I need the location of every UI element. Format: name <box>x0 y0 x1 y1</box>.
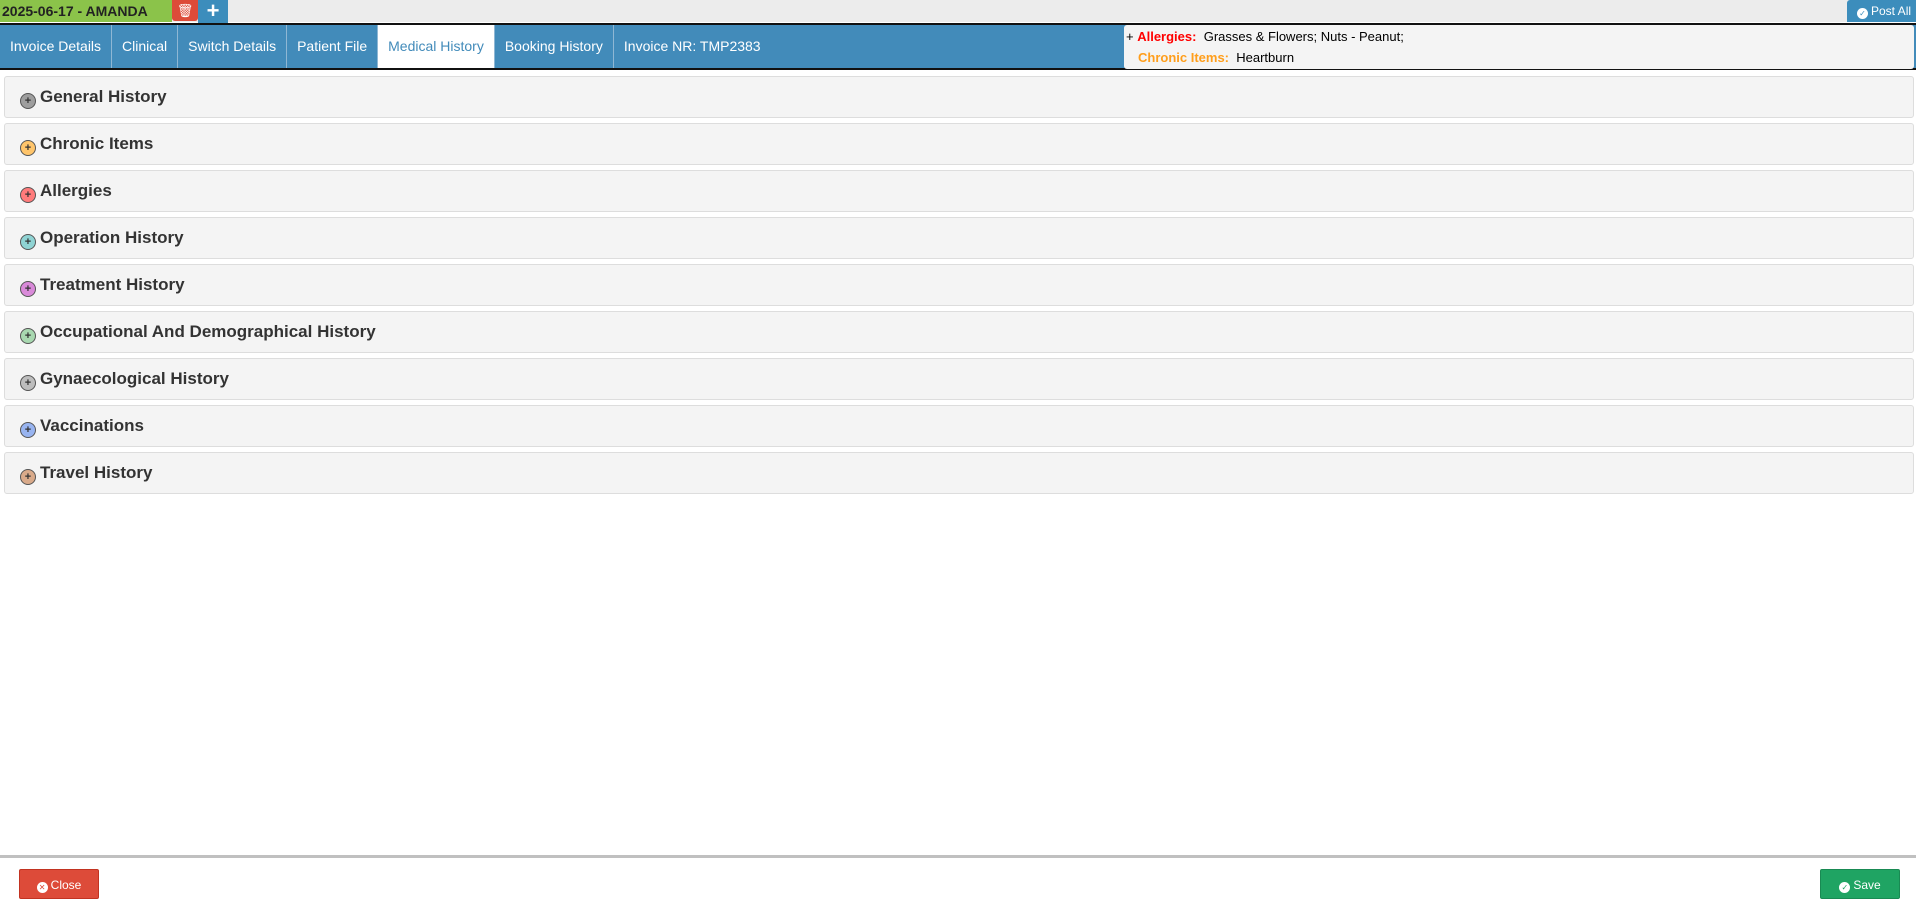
expand-plus-icon[interactable]: + <box>20 422 36 438</box>
section-travel-history[interactable]: + Travel History <box>4 452 1914 494</box>
section-title: General History <box>40 87 167 106</box>
close-button[interactable]: ✕ Close <box>19 869 99 899</box>
chronic-items-label: Chronic Items: <box>1138 50 1230 65</box>
expand-plus-icon[interactable]: + <box>20 469 36 485</box>
tab-invoice-details[interactable]: Invoice Details <box>0 25 113 68</box>
section-occupational-and-demographical-history[interactable]: + Occupational And Demographical History <box>4 311 1914 353</box>
expand-plus-icon[interactable]: + <box>20 375 36 391</box>
expand-plus-icon[interactable]: + <box>20 281 36 297</box>
save-button[interactable]: ✓ Save <box>1820 869 1900 899</box>
tab-clinical[interactable]: Clinical <box>112 25 179 68</box>
section-allergies[interactable]: + Allergies <box>4 170 1914 212</box>
post-all-label: Post All <box>1871 4 1912 18</box>
check-circle-icon: ✓ <box>1839 882 1851 893</box>
delete-button[interactable]: 🗑 <box>172 0 198 21</box>
check-circle-icon: ✓ <box>1857 8 1868 19</box>
expand-plus-icon[interactable]: + <box>20 140 36 156</box>
expand-plus-icon[interactable]: + <box>20 187 36 203</box>
section-vaccinations[interactable]: + Vaccinations <box>4 405 1914 447</box>
section-title: Operation History <box>40 228 184 247</box>
expand-plus-icon[interactable]: + <box>20 328 36 344</box>
section-operation-history[interactable]: + Operation History <box>4 217 1914 259</box>
trash-icon: 🗑 <box>176 3 194 18</box>
top-bar <box>0 0 1916 22</box>
tab-patient-file[interactable]: Patient File <box>287 25 379 68</box>
close-circle-icon: ✕ <box>36 882 48 893</box>
section-title: Occupational And Demographical History <box>40 322 376 341</box>
expand-plus-icon[interactable]: + <box>20 234 36 250</box>
allergies-value: Grasses & Flowers; Nuts - Peanut; <box>1203 29 1404 44</box>
tab-invoice-nr[interactable]: Invoice NR: TMP2383 <box>614 25 771 68</box>
section-gynaecological-history[interactable]: + Gynaecological History <box>4 358 1914 400</box>
section-chronic-items[interactable]: + Chronic Items <box>4 123 1914 165</box>
chronic-items-value: Heartburn <box>1236 50 1295 65</box>
section-title: Gynaecological History <box>40 369 229 388</box>
save-label: Save <box>1853 878 1881 892</box>
tab-medical-history[interactable]: Medical History <box>378 25 495 68</box>
section-treatment-history[interactable]: + Treatment History <box>4 264 1914 306</box>
close-label: Close <box>50 878 82 892</box>
footer-divider <box>0 855 1916 858</box>
add-button[interactable]: + <box>198 0 228 23</box>
patient-label[interactable]: 2025-06-17 - AMANDA <box>0 0 172 22</box>
alerts-toggle[interactable]: + <box>1126 29 1134 44</box>
plus-icon: + <box>206 0 220 23</box>
tab-switch-details[interactable]: Switch Details <box>178 25 288 68</box>
allergies-label: Allergies: <box>1137 29 1197 44</box>
post-all-button[interactable]: ✓ Post All <box>1847 0 1916 22</box>
section-title: Vaccinations <box>40 416 144 435</box>
section-title: Treatment History <box>40 275 185 294</box>
alerts-box: + Allergies: Grasses & Flowers; Nuts - P… <box>1124 25 1914 69</box>
section-title: Travel History <box>40 463 153 482</box>
expand-plus-icon[interactable]: + <box>20 93 36 109</box>
section-general-history[interactable]: + General History <box>4 76 1914 118</box>
section-title: Chronic Items <box>40 134 154 153</box>
tab-booking-history[interactable]: Booking History <box>495 25 614 68</box>
section-title: Allergies <box>40 181 112 200</box>
